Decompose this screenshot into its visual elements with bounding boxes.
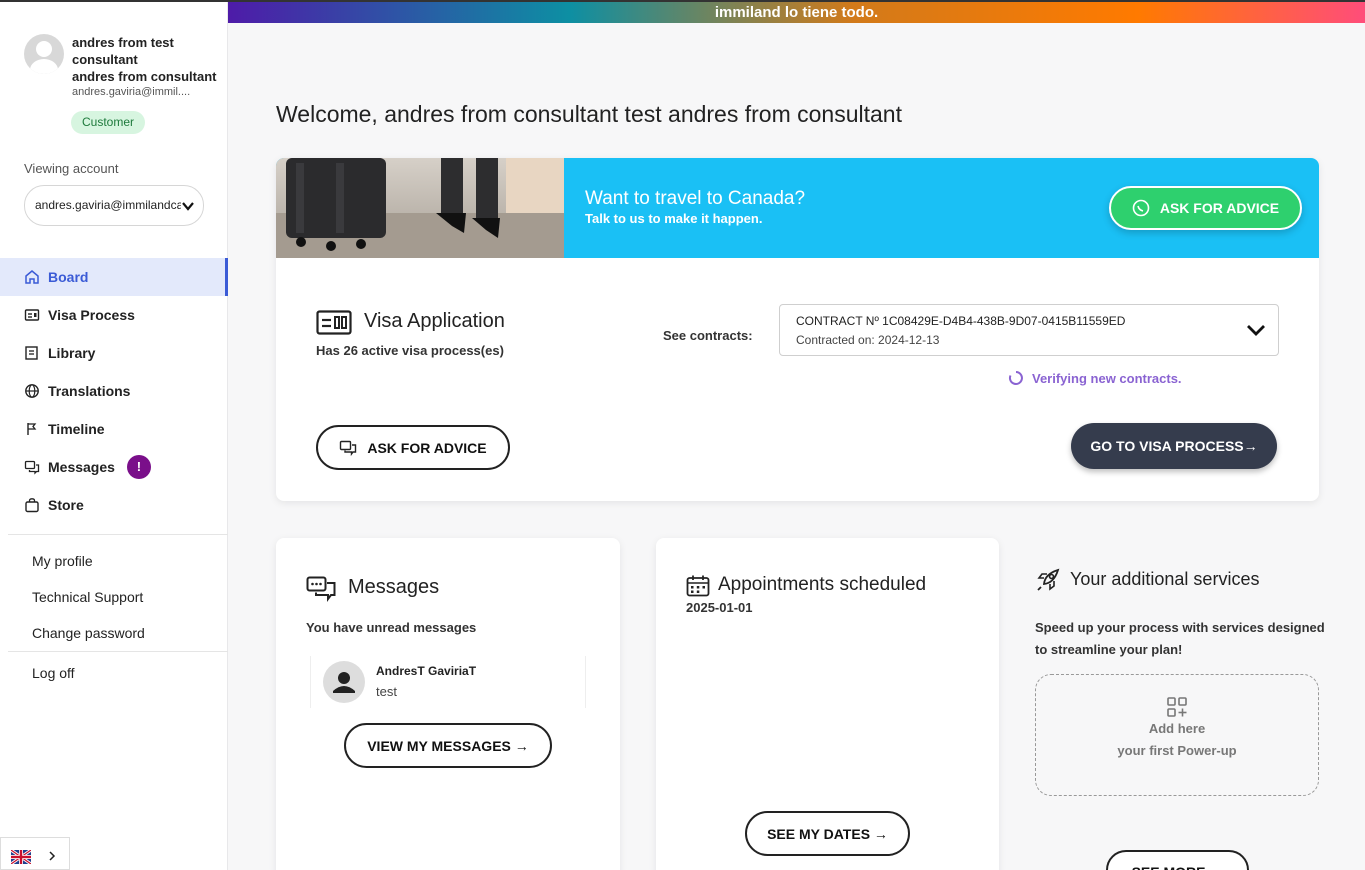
contract-number: CONTRACT Nº 1C08429E-D4B4-438B-9D07-0415… (796, 314, 1126, 328)
nav-label: Translations (48, 383, 131, 399)
see-my-dates-button[interactable]: SEE MY DATES → (745, 811, 910, 856)
nav-label: Board (48, 269, 89, 285)
services-title: Your additional services (1070, 569, 1260, 589)
visa-application-title: Visa Application (364, 310, 505, 332)
add-powerup-box[interactable]: Add here your first Power-up (1035, 674, 1319, 796)
hero-subtitle: Talk to us to make it happen. (585, 211, 763, 226)
contract-date: Contracted on: 2024-12-13 (796, 333, 940, 347)
nav-item-visa-process[interactable]: Visa Process (0, 296, 228, 334)
travel-image (276, 158, 564, 258)
nav-label: Messages (48, 459, 115, 475)
change-password-link[interactable]: Change password (32, 625, 145, 641)
nav-label: Timeline (48, 421, 105, 437)
messages-title: Messages (348, 576, 440, 598)
nav-label: Library (48, 345, 96, 361)
chat-icon (24, 459, 40, 475)
sidebar: andres from test consultant andres from … (0, 0, 228, 870)
technical-support-link[interactable]: Technical Support (32, 589, 143, 605)
uk-flag-icon (11, 850, 31, 864)
bag-icon (24, 497, 40, 513)
account-select[interactable]: andres.gaviria@immilandcanada.com (24, 185, 204, 226)
home-icon (24, 269, 40, 285)
loading-spinner-icon (1008, 371, 1023, 385)
verifying-text: Verifying new contracts. (1032, 370, 1182, 386)
nav-item-translations[interactable]: Translations (0, 372, 228, 410)
chevron-down-icon (182, 202, 194, 211)
nav-label: Store (48, 497, 84, 513)
messages-alert-badge: ! (126, 455, 151, 479)
whatsapp-icon (1132, 199, 1150, 217)
divider (8, 534, 228, 535)
account-select-value: andres.gaviria@immilandcanada.com (35, 198, 181, 212)
add-powerup-line2: your first Power-up (1117, 743, 1237, 758)
flag-icon (24, 421, 40, 437)
visa-ask-for-advice-button[interactable]: ASK FOR ADVICE (316, 425, 510, 470)
main-nav: Board Visa Process Library Translations … (0, 258, 228, 524)
button-label: ASK FOR ADVICE (1159, 200, 1280, 216)
customer-badge: Customer (71, 111, 146, 134)
see-contracts-label: See contracts: (663, 328, 753, 343)
visa-id-icon (316, 310, 352, 335)
ask-for-advice-button[interactable]: ASK FOR ADVICE (1109, 186, 1302, 230)
services-description: Speed up your process with services desi… (1035, 620, 1325, 657)
chat-icon (340, 440, 357, 456)
appointment-date: 2025-01-01 (686, 600, 753, 615)
my-profile-link[interactable]: My profile (32, 553, 93, 569)
see-more-button[interactable]: SEE MORE → (1106, 850, 1249, 870)
language-selector[interactable] (0, 837, 70, 870)
verifying-status: Verifying new contracts. (1008, 370, 1182, 386)
nav-item-timeline[interactable]: Timeline (0, 410, 228, 448)
message-author: AndresT GaviriaT (376, 664, 477, 678)
top-border (228, 0, 1365, 2)
rocket-icon (1037, 568, 1060, 591)
book-icon (24, 345, 40, 361)
add-apps-icon (1167, 697, 1187, 717)
view-my-messages-button[interactable]: VIEW MY MESSAGES → (344, 723, 552, 768)
messages-icon (306, 576, 336, 602)
message-item[interactable]: AndresT GaviriaT test (310, 656, 586, 708)
nav-label: Visa Process (48, 307, 135, 323)
contract-select[interactable]: CONTRACT Nº 1C08429E-D4B4-438B-9D07-0415… (779, 304, 1279, 356)
promo-banner: immiland lo tiene todo. (228, 0, 1365, 23)
avatar[interactable] (24, 34, 64, 74)
nav-item-messages[interactable]: Messages ! (0, 448, 228, 486)
chevron-down-icon (1247, 325, 1265, 336)
viewing-account-label: Viewing account (24, 161, 119, 176)
go-to-visa-process-button[interactable]: GO TO VISA PROCESS→ (1071, 423, 1277, 469)
visa-process-count: Has 26 active visa process(es) (316, 343, 504, 358)
welcome-title: Welcome, andres from consultant test and… (276, 101, 902, 127)
appointments-title: Appointments scheduled (718, 574, 927, 595)
log-off-link[interactable]: Log off (32, 665, 75, 681)
hero-banner: Want to travel to Canada? Talk to us to … (276, 158, 1319, 258)
nav-item-board[interactable]: Board (0, 258, 228, 296)
message-preview: test (376, 684, 397, 699)
nav-item-library[interactable]: Library (0, 334, 228, 372)
suitcase-illustration (276, 158, 564, 258)
calendar-icon (686, 575, 710, 597)
nav-item-store[interactable]: Store (0, 486, 228, 524)
divider (8, 651, 228, 652)
user-email: andres.gaviria@immil.... (72, 86, 191, 98)
messages-subtitle: You have unread messages (306, 620, 477, 635)
id-card-icon (24, 307, 40, 323)
banner-text: immiland lo tiene todo. (714, 4, 879, 21)
person-icon (333, 672, 355, 693)
add-powerup-line1: Add here (1148, 721, 1206, 736)
top-border (0, 0, 228, 2)
user-name: andres from test consultant andres from … (72, 35, 217, 84)
hero-title: Want to travel to Canada? (585, 188, 806, 209)
sender-avatar (323, 661, 365, 703)
button-label: ASK FOR ADVICE (367, 439, 487, 456)
chevron-right-icon (49, 851, 56, 861)
globe-icon (24, 383, 40, 399)
